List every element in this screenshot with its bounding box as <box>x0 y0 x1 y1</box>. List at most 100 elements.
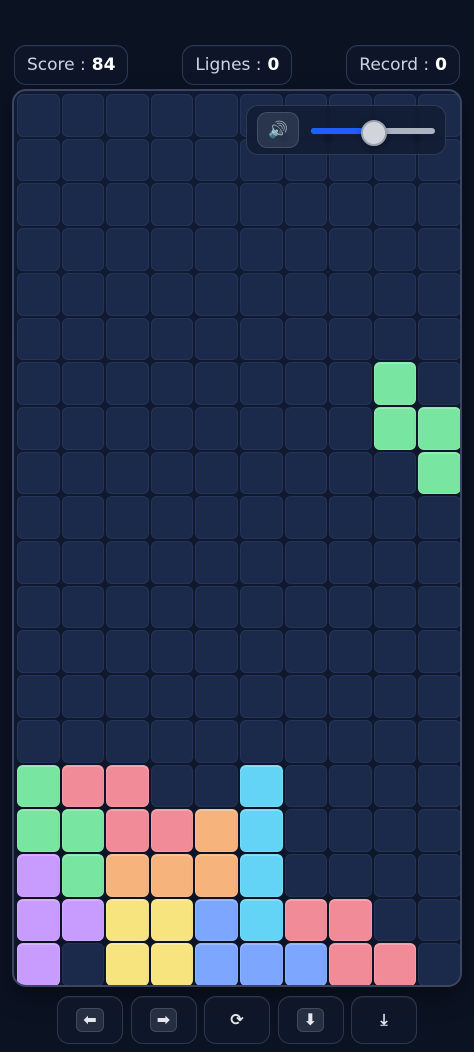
board-cell <box>195 630 238 674</box>
board-cell <box>61 272 105 316</box>
move-right-button[interactable]: ➡ <box>130 996 197 1044</box>
board-cell <box>284 630 328 674</box>
board-cell <box>284 362 328 405</box>
board-cell <box>418 406 460 450</box>
board-cell <box>195 94 238 137</box>
soft-drop-button[interactable]: ⬇ <box>277 996 344 1044</box>
board-cell <box>418 853 460 897</box>
board-cell <box>17 228 60 271</box>
rotate-button[interactable]: ⟳ <box>204 996 270 1044</box>
board-cell <box>239 183 283 227</box>
board-cell <box>329 764 372 808</box>
board-cell <box>195 675 238 718</box>
board-cell <box>329 898 372 942</box>
board-cell <box>150 764 194 808</box>
board-cell <box>284 451 328 495</box>
board-cell <box>17 451 60 495</box>
speaker-icon: 🔊 <box>268 120 288 139</box>
board-cell <box>418 272 460 316</box>
board-cell <box>150 94 194 137</box>
record-value: 0 <box>435 55 447 75</box>
board-cell <box>195 764 238 808</box>
board-cell <box>17 764 60 808</box>
board-cell <box>418 630 460 674</box>
board-cell <box>61 853 105 897</box>
board-cell <box>239 630 283 674</box>
move-left-button[interactable]: ⬅ <box>57 996 123 1044</box>
board-cell <box>150 943 194 985</box>
board-cell <box>106 630 149 674</box>
board-cell <box>239 496 283 539</box>
lines-label: Lignes : <box>195 55 262 75</box>
board-cell <box>373 719 417 763</box>
board-cell <box>329 541 372 584</box>
board-cell <box>17 406 60 450</box>
board-cell <box>329 272 372 316</box>
board-cell <box>17 585 60 629</box>
board-cell <box>61 451 105 495</box>
board-cell <box>61 675 105 718</box>
board-cell <box>373 183 417 227</box>
record-label: Record : <box>359 55 430 75</box>
board-cell <box>329 496 372 539</box>
board-cell <box>106 541 149 584</box>
board-cell <box>17 898 60 942</box>
hard-drop-icon: ⤓ <box>380 1010 388 1029</box>
board-cell <box>239 406 283 450</box>
board-cell <box>17 943 60 985</box>
board-grid <box>15 92 460 985</box>
board-cell <box>373 809 417 852</box>
board-cell <box>195 898 238 942</box>
board-cell <box>329 362 372 405</box>
board-cell <box>150 183 194 227</box>
board-cell <box>239 809 283 852</box>
score-label: Score : <box>27 55 86 75</box>
board-cell <box>284 719 328 763</box>
board-cell <box>373 228 417 271</box>
board-cell <box>195 406 238 450</box>
board-cell <box>418 675 460 718</box>
score-value: 84 <box>91 55 116 75</box>
board-cell <box>418 809 460 852</box>
board-cell <box>329 943 372 985</box>
sound-toggle-button[interactable]: 🔊 <box>257 112 299 148</box>
board-cell <box>150 451 194 495</box>
hard-drop-button[interactable]: ⤓ <box>351 996 417 1044</box>
board-cell <box>106 853 149 897</box>
board-cell <box>373 764 417 808</box>
lines-pill: Lignes : 0 <box>182 45 293 85</box>
volume-thumb[interactable] <box>361 120 388 146</box>
lines-value: 0 <box>267 55 280 75</box>
board-cell <box>373 675 417 718</box>
board-cell <box>17 675 60 718</box>
board-cell <box>284 898 328 942</box>
board-cell <box>284 585 328 629</box>
board-cell <box>195 809 238 852</box>
board-cell <box>373 317 417 361</box>
board-cell <box>106 362 149 405</box>
board-cell <box>418 362 460 405</box>
board-cell <box>17 138 60 182</box>
board-cell <box>239 272 283 316</box>
board-cell <box>106 272 149 316</box>
board-cell <box>239 585 283 629</box>
board-cell <box>106 94 149 137</box>
board-cell <box>17 541 60 584</box>
board-cell <box>106 898 149 942</box>
board-cell <box>61 719 105 763</box>
board-cell <box>61 183 105 227</box>
board-cell <box>195 943 238 985</box>
volume-slider[interactable] <box>311 120 435 146</box>
board-cell <box>239 362 283 405</box>
board-cell <box>373 630 417 674</box>
board-cell <box>284 764 328 808</box>
board-cell <box>17 719 60 763</box>
rotate-icon: ⟳ <box>230 1010 244 1029</box>
board-cell <box>195 228 238 271</box>
board-cell <box>150 228 194 271</box>
board-cell <box>373 451 417 495</box>
board-cell <box>17 183 60 227</box>
board-cell <box>239 719 283 763</box>
board-cell <box>195 496 238 539</box>
arrow-left-icon: ⬅ <box>76 1008 104 1032</box>
